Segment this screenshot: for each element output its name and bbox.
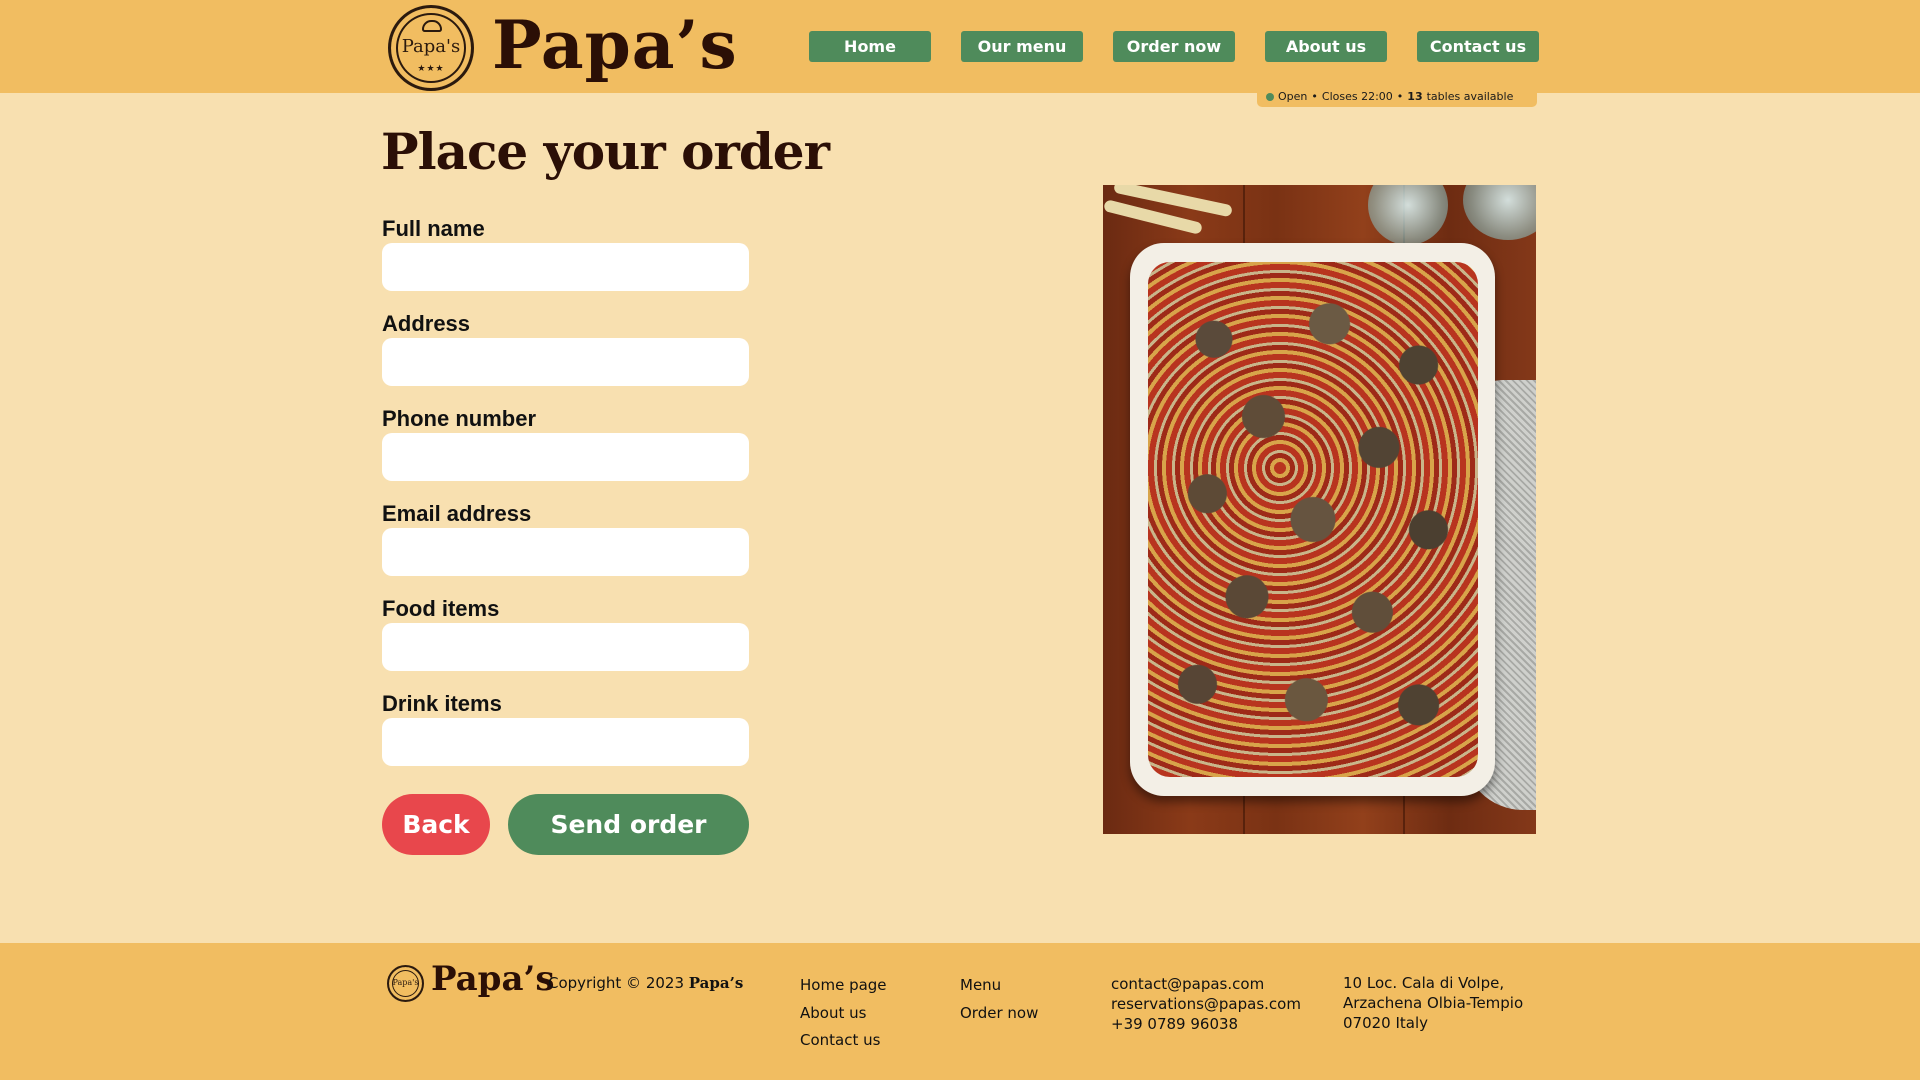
footer-copyright: Copyright © 2023 Papa’s	[548, 974, 743, 992]
nav-about-us-button[interactable]: About us	[1265, 31, 1387, 62]
chef-hat-icon	[422, 20, 442, 32]
logo-seal-icon[interactable]: Papa's ★★★	[388, 5, 474, 91]
email-address-label: Email address	[382, 501, 532, 526]
phone-number-label: Phone number	[382, 406, 537, 431]
nav-home-button[interactable]: Home	[809, 31, 931, 62]
nav-contact-us-button[interactable]: Contact us	[1417, 31, 1539, 62]
food-photo	[1103, 185, 1536, 834]
phone-number-input[interactable]	[382, 433, 749, 481]
footer-brand-name[interactable]: Papa’s	[431, 959, 554, 999]
status-tables-count: 13	[1407, 90, 1423, 103]
footer-links-col2: Menu Order now	[960, 972, 1038, 1027]
water-glass	[1368, 185, 1448, 245]
status-open: Open	[1278, 90, 1308, 103]
full-name-input[interactable]	[382, 243, 749, 291]
status-closes: Closes 22:00	[1321, 90, 1393, 103]
status-tables-text: tables available	[1426, 90, 1514, 103]
drink-items-label: Drink items	[382, 691, 502, 716]
email-address-input[interactable]	[382, 528, 749, 576]
contact-email: contact@papas.com	[1111, 975, 1265, 993]
back-button[interactable]: Back	[382, 794, 490, 855]
footer-address: 10 Loc. Cala di Volpe, Arzachena Olbia-T…	[1343, 973, 1523, 1033]
address-line-1: 10 Loc. Cala di Volpe,	[1343, 974, 1505, 992]
status-sep: •	[1396, 90, 1404, 103]
reservations-email: reservations@papas.com	[1111, 995, 1301, 1013]
footer-links-col1: Home page About us Contact us	[800, 972, 887, 1055]
water-glass	[1463, 185, 1536, 240]
footer-link-about-us[interactable]: About us	[800, 1000, 887, 1028]
footer-link-home-page[interactable]: Home page	[800, 972, 887, 1000]
status-dot-icon	[1266, 92, 1274, 101]
address-line-2: Arzachena Olbia-Tempio	[1343, 994, 1524, 1012]
send-order-button[interactable]: Send order	[508, 794, 749, 855]
footer-link-menu[interactable]: Menu	[960, 972, 1038, 1000]
footer-link-order-now[interactable]: Order now	[960, 1000, 1038, 1028]
logo-seal-text: Papa's	[401, 36, 461, 57]
status-sep: •	[1311, 90, 1318, 103]
footer-logo-seal-text: Papa's	[392, 978, 419, 987]
page-title: Place your order	[381, 122, 830, 181]
nav-our-menu-button[interactable]: Our menu	[961, 31, 1083, 62]
status-bar: Open • Closes 22:00 • 13 tables availabl…	[1257, 86, 1537, 107]
nav-order-now-button[interactable]: Order now	[1113, 31, 1235, 62]
food-items-label: Food items	[382, 596, 500, 621]
full-name-label: Full name	[382, 216, 485, 241]
food-items-input[interactable]	[382, 623, 749, 671]
copyright-brand: Papa’s	[688, 974, 744, 992]
eggplant-pasta-bake	[1148, 262, 1478, 777]
footer-contact: contact@papas.com reservations@papas.com…	[1111, 974, 1301, 1034]
drink-items-input[interactable]	[382, 718, 749, 766]
copyright-prefix: Copyright © 2023	[548, 974, 685, 992]
brand-name[interactable]: Papa’s	[492, 6, 738, 84]
logo-stars: ★★★	[417, 64, 445, 74]
footer-link-contact-us[interactable]: Contact us	[800, 1027, 887, 1055]
site-header	[0, 0, 1920, 93]
contact-phone: +39 0789 96038	[1111, 1015, 1239, 1033]
address-line-3: 07020 Italy	[1343, 1014, 1429, 1032]
address-label: Address	[382, 311, 471, 336]
address-input[interactable]	[382, 338, 749, 386]
footer-logo-seal-icon[interactable]: Papa's	[387, 965, 424, 1002]
